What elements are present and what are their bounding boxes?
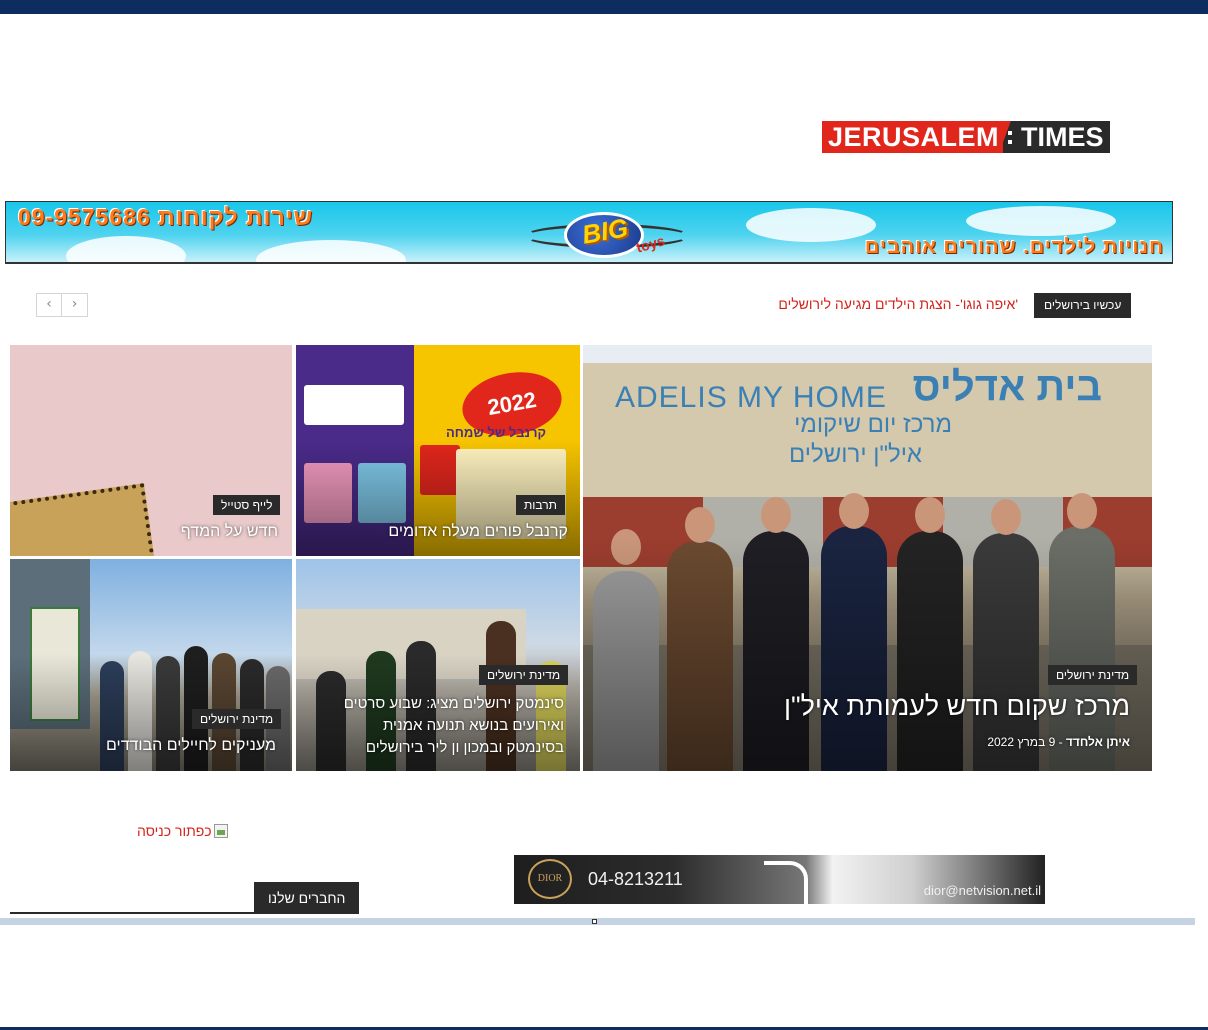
category-badge[interactable]: לייף סטייל [213, 495, 281, 515]
site-logo[interactable]: JERUSALEM TIMES [822, 121, 1110, 153]
article-title-line: סינמטק ירושלים מציג: שבוע סרטים [343, 695, 564, 712]
dior-logo: DIOR [528, 859, 572, 899]
top-bar [0, 0, 1208, 14]
article-title[interactable]: מרכז שקום חדש לעמותת איל"ן [784, 691, 1130, 722]
logo-jerusalem: JERUSALEM [822, 121, 1004, 153]
logo-separator [1003, 121, 1018, 153]
article-title[interactable]: קרנבל פורים מעלה אדומים [388, 523, 568, 541]
chevron-left-icon[interactable]: ‹ [36, 293, 62, 317]
banner-cloud [256, 240, 406, 262]
broken-image-icon [213, 824, 228, 838]
article-author[interactable]: איתן אלחדד [1066, 735, 1130, 749]
banner-cloud [746, 208, 876, 242]
banner-phone-text: שירות לקוחות 09-9575686 [18, 204, 314, 230]
poster-block [304, 385, 404, 425]
category-badge[interactable]: תרבות [516, 495, 565, 515]
photo-product-box [10, 483, 155, 556]
partners-heading: החברים שלנו [254, 882, 360, 914]
photo-sky [583, 345, 1152, 363]
photo-head [1067, 493, 1097, 529]
ticker-headline[interactable]: 'איפה גוגו'- הצגת הילדים מגיעה לירושלים [778, 296, 1018, 312]
big-toys-banner-ad[interactable]: שירות לקוחות 09-9575686 BIG toys חנויות … [5, 201, 1173, 264]
photo-sign-hebrew-1: בית אדליס [912, 365, 1102, 409]
article-title[interactable]: מעניקים לחיילים הבודדים [106, 737, 276, 755]
featured-article-main[interactable]: ADELIS MY HOME בית אדליס מרכז יום שיקומי… [583, 345, 1152, 771]
scrollbar-handle[interactable] [592, 919, 597, 924]
category-badge[interactable]: מדינת ירושלים [479, 665, 569, 685]
article-title-line: ואירועים בנושא תנועה אמנית [382, 717, 564, 734]
ticker-badge: עכשיו בירושלים [1034, 293, 1132, 318]
broken-image-alt-text: כפתור כניסה [137, 823, 212, 839]
horizontal-scrollbar[interactable] [0, 918, 1195, 925]
article-tile-lifestyle[interactable]: לייף סטייל חדש על המדף [10, 345, 292, 556]
article-tile-soldiers[interactable]: מדינת ירושלים מעניקים לחיילים הבודדים [10, 559, 292, 771]
category-badge[interactable]: מדינת ירושלים [1048, 665, 1138, 685]
photo-sign-hebrew-3: איל"ן ירושלים [789, 441, 922, 468]
article-tile-purim[interactable]: 2022 קרנבל של שמחה תרבות קרנבל פורים מעל… [296, 345, 580, 556]
photo-head [915, 497, 945, 533]
article-date: - 9 במרץ 2022 [987, 735, 1066, 749]
dior-email: dior@netvision.net.il [923, 883, 1041, 898]
banner-slogan: חנויות לילדים. שהורים אוהבים [864, 236, 1164, 258]
entry-button-image[interactable]: כפתור כניסה [137, 823, 228, 839]
category-badge[interactable]: מדינת ירושלים [192, 709, 282, 729]
photo-sign-english: ADELIS MY HOME [615, 381, 887, 414]
article-title-line: בסינמטק ובמכון ון ליר בירושלים [365, 739, 564, 756]
logo-times: TIMES [1017, 121, 1110, 153]
article-title[interactable]: סינמטק ירושלים מציג: שבוע סרטים ואירועים… [344, 693, 564, 759]
photo-head [991, 499, 1021, 535]
chevron-right-icon[interactable]: › [62, 293, 88, 317]
article-byline: איתן אלחדד - 9 במרץ 2022 [987, 735, 1130, 749]
photo-head [761, 497, 791, 533]
big-toys-logo: BIG toys [524, 210, 690, 262]
photo-sign-hebrew-2: מרכז יום שיקומי [794, 411, 952, 438]
article-title[interactable]: חדש על המדף [181, 523, 278, 541]
banner-cloud [966, 206, 1116, 236]
article-tile-cinema[interactable]: מדינת ירושלים סינמטק ירושלים מציג: שבוע … [296, 559, 580, 771]
poster-subtitle: קרנבל של שמחה [446, 425, 547, 440]
ticker-nav: ‹ › [36, 293, 88, 317]
dior-phone: 04-8213211 [588, 869, 683, 889]
photo-head [839, 493, 869, 529]
faucet-icon [764, 861, 808, 904]
banner-cloud [66, 236, 186, 262]
dior-banner-ad[interactable]: DIOR 04-8213211 dior@netvision.net.il [514, 855, 1045, 904]
